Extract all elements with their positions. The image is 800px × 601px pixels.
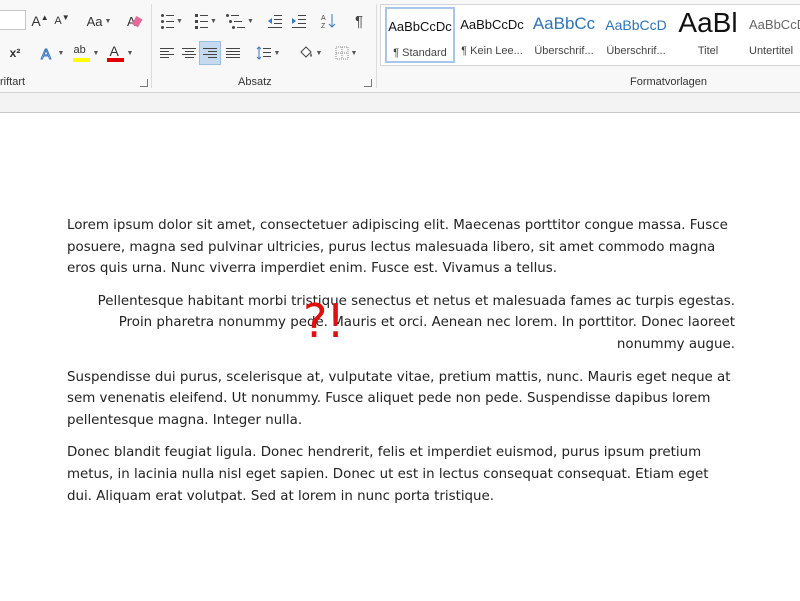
multilevel-list-button[interactable]: ▼ xyxy=(224,10,256,32)
svg-text:A: A xyxy=(321,15,326,22)
change-case-button[interactable]: Aa ▼ xyxy=(82,10,116,32)
show-marks-button[interactable]: ¶ xyxy=(348,10,370,32)
style-heading-2[interactable]: AaBbCcD Überschrif... xyxy=(601,7,671,63)
ribbon-bottom-strip xyxy=(0,93,800,112)
grow-font-button[interactable]: A ▲ xyxy=(30,10,50,32)
sort-button[interactable]: A Z xyxy=(318,10,340,32)
borders-button[interactable]: ▼ xyxy=(330,42,362,64)
paragraph[interactable]: Lorem ipsum dolor sit amet, consectetuer… xyxy=(67,215,735,280)
line-spacing-button[interactable]: ▼ xyxy=(252,42,284,64)
shrink-font-icon: A xyxy=(54,15,62,27)
font-group-label: riftart xyxy=(0,76,26,88)
align-left-icon xyxy=(160,48,174,58)
annotation-overlay: ?! xyxy=(303,294,345,348)
superscript-button[interactable]: x² xyxy=(4,42,26,64)
paragraph-group-label: Absatz xyxy=(238,76,272,88)
decrease-indent-button[interactable] xyxy=(264,10,286,32)
align-center-button[interactable] xyxy=(178,42,200,64)
group-separator xyxy=(376,4,377,88)
styles-gallery: AaBbCcDc ¶ Standard AaBbCcDc ¶ Kein Lee.… xyxy=(380,4,800,66)
paragraph[interactable]: Suspendisse dui purus, scelerisque at, v… xyxy=(67,367,735,432)
align-right-button[interactable] xyxy=(199,41,221,65)
line-spacing-icon xyxy=(256,46,271,60)
font-dialog-launcher[interactable] xyxy=(140,79,148,87)
font-size-input[interactable] xyxy=(0,10,26,30)
clear-formatting-button[interactable]: A xyxy=(124,10,146,32)
increase-indent-icon xyxy=(292,15,306,28)
align-center-icon xyxy=(182,48,196,58)
text-effects-button[interactable]: A ▼ xyxy=(36,42,68,64)
justify-icon xyxy=(226,48,240,58)
paragraph[interactable]: Donec blandit feugiat ligula. Donec hend… xyxy=(67,442,735,507)
group-separator xyxy=(151,4,152,88)
multilevel-list-icon xyxy=(226,13,246,29)
highlight-button[interactable]: ab ▼ xyxy=(70,42,102,64)
text-effects-icon: A xyxy=(40,46,51,62)
svg-text:Z: Z xyxy=(321,23,326,29)
align-right-icon xyxy=(203,48,217,58)
bullets-button[interactable]: ▼ xyxy=(156,10,188,32)
pilcrow-icon: ¶ xyxy=(354,12,364,30)
styles-group-label: Formatvorlagen xyxy=(630,76,708,88)
font-color-icon: A xyxy=(106,43,125,62)
paragraph-dialog-launcher[interactable] xyxy=(364,79,372,87)
eraser-icon: A xyxy=(127,14,143,29)
bullet-list-icon xyxy=(161,13,175,29)
style-no-spacing[interactable]: AaBbCcDc ¶ Kein Lee... xyxy=(457,7,527,63)
increase-indent-button[interactable] xyxy=(288,10,310,32)
document-body[interactable]: Lorem ipsum dolor sit amet, consectetuer… xyxy=(67,215,735,518)
justify-button[interactable] xyxy=(222,42,244,64)
borders-icon xyxy=(335,46,349,60)
style-standard[interactable]: AaBbCcDc ¶ Standard xyxy=(385,7,455,63)
numbered-list-icon xyxy=(195,13,209,29)
ribbon: A▲ A▼ Aa▼ A x² A ▼ ab ▼ A ▼ riftart ▼ xyxy=(0,0,800,93)
paint-bucket-icon xyxy=(299,46,312,58)
decrease-indent-icon xyxy=(268,15,282,28)
style-subtitle[interactable]: AaBbCcD Untertitel xyxy=(745,7,800,63)
svg-text:A: A xyxy=(41,46,51,61)
highlighter-icon: ab xyxy=(72,44,91,62)
paragraph-right-aligned[interactable]: Pellentesque habitant morbi tristique se… xyxy=(67,291,735,356)
align-left-button[interactable] xyxy=(156,42,178,64)
document-page[interactable]: Lorem ipsum dolor sit amet, consectetuer… xyxy=(0,112,800,601)
font-color-button[interactable]: A ▼ xyxy=(104,42,136,64)
style-heading-1[interactable]: AaBbCc Überschrif... xyxy=(529,7,599,63)
shading-button[interactable]: ▼ xyxy=(294,42,326,64)
numbering-button[interactable]: ▼ xyxy=(190,10,222,32)
sort-icon: A Z xyxy=(321,14,336,29)
shrink-font-button[interactable]: A ▼ xyxy=(52,10,72,32)
style-title[interactable]: AaBl Titel xyxy=(673,7,743,63)
grow-font-icon: A xyxy=(31,13,41,29)
